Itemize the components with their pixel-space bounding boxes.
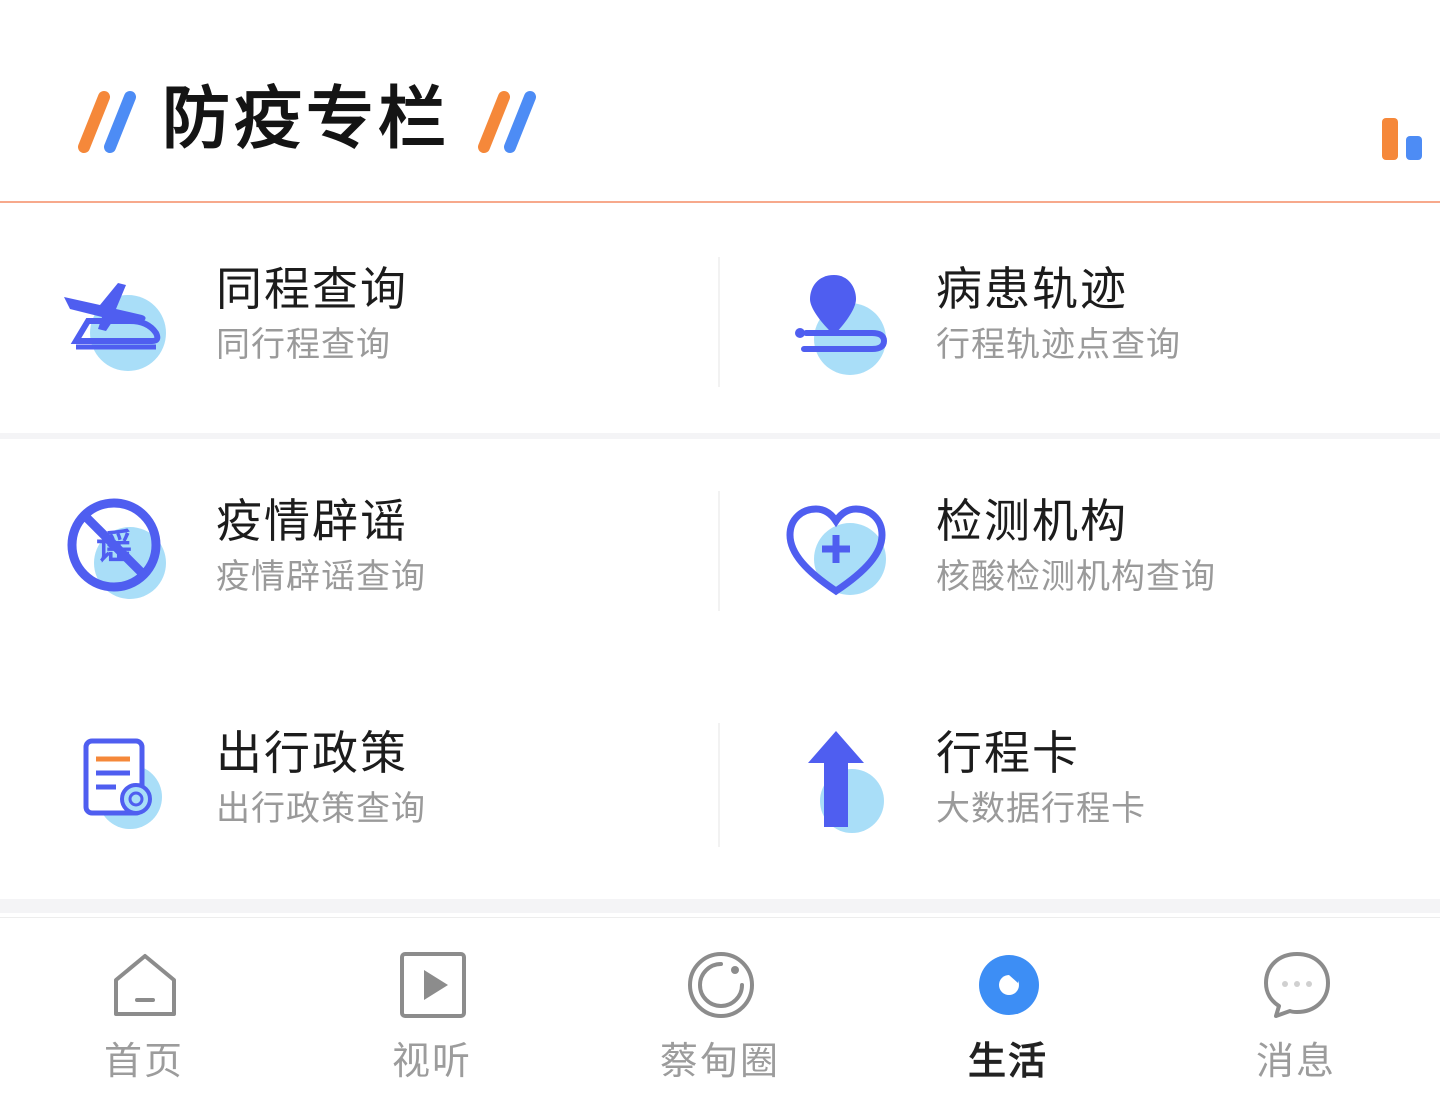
service-subtitle: 行程轨迹点查询: [936, 325, 1181, 365]
service-grid: 同程查询 同行程查询 病患轨迹 行程轨迹点查询 谣 疫情辟谣 疫情辟谣查询 检测…: [0, 203, 1440, 913]
column-divider: [718, 723, 720, 847]
tab-label: 首页: [103, 1039, 184, 1083]
service-subtitle: 核酸检测机构查询: [936, 557, 1216, 597]
tab-messages[interactable]: 消息: [1152, 918, 1440, 1099]
heart-plus-icon: [776, 487, 896, 607]
up-arrow-icon: [776, 719, 896, 839]
service-title: 病患轨迹: [936, 262, 1128, 316]
home-icon: [110, 950, 180, 1020]
double-slash-icon: [72, 85, 140, 155]
service-title: 同程查询: [216, 262, 408, 316]
bar-chart-icon[interactable]: [1380, 116, 1426, 166]
chat-bubble-icon: [1262, 950, 1332, 1020]
section-bottom-divider: [0, 899, 1440, 913]
service-subtitle: 出行政策查询: [216, 789, 426, 829]
row-divider: [0, 433, 1440, 439]
no-rumor-icon: 谣: [56, 487, 176, 607]
service-tile-bingzhe[interactable]: 病患轨迹 行程轨迹点查询: [720, 203, 1440, 435]
section-header: 防疫专栏: [0, 0, 1440, 203]
tab-community[interactable]: 蔡甸圈: [576, 918, 864, 1099]
service-tile-tongcheng[interactable]: 同程查询 同行程查询: [0, 203, 720, 435]
service-tile-chuxing[interactable]: 出行政策 出行政策查询: [0, 667, 720, 899]
policy-document-icon: [56, 719, 176, 839]
double-slash-icon: [472, 85, 540, 155]
tab-label: 消息: [1255, 1039, 1336, 1083]
tab-label: 蔡甸圈: [659, 1039, 780, 1083]
column-divider: [718, 491, 720, 611]
svg-text:谣: 谣: [96, 527, 132, 568]
life-icon: [974, 950, 1044, 1020]
circle-icon: [686, 950, 756, 1020]
page: 防疫专栏 同程查询 同行程查询 病患轨迹 行程轨迹点查询 谣 疫情辟谣 疫情辟谣…: [0, 0, 1440, 1099]
service-tile-xingchengka[interactable]: 行程卡 大数据行程卡: [720, 667, 1440, 899]
section-title: 防疫专栏: [162, 80, 451, 159]
tab-media[interactable]: 视听: [288, 918, 576, 1099]
tab-home[interactable]: 首页: [0, 918, 288, 1099]
tab-label: 视听: [391, 1039, 472, 1083]
service-subtitle: 疫情辟谣查询: [216, 557, 426, 597]
service-title: 出行政策: [216, 726, 408, 780]
service-title: 检测机构: [936, 494, 1128, 548]
service-tile-jiance[interactable]: 检测机构 核酸检测机构查询: [720, 435, 1440, 667]
service-tile-piyao[interactable]: 谣 疫情辟谣 疫情辟谣查询: [0, 435, 720, 667]
service-title: 行程卡: [936, 726, 1080, 780]
location-pin-icon: [776, 255, 896, 375]
service-subtitle: 大数据行程卡: [936, 789, 1146, 829]
service-title: 疫情辟谣: [216, 494, 408, 548]
play-icon: [398, 950, 468, 1020]
service-subtitle: 同行程查询: [216, 325, 391, 365]
bottom-tab-bar: 首页 视听 蔡甸圈 生活 消息: [0, 917, 1440, 1099]
train-plane-icon: [56, 255, 176, 375]
tab-label: 生活: [967, 1039, 1048, 1083]
tab-life[interactable]: 生活: [864, 918, 1152, 1099]
column-divider: [718, 257, 720, 387]
